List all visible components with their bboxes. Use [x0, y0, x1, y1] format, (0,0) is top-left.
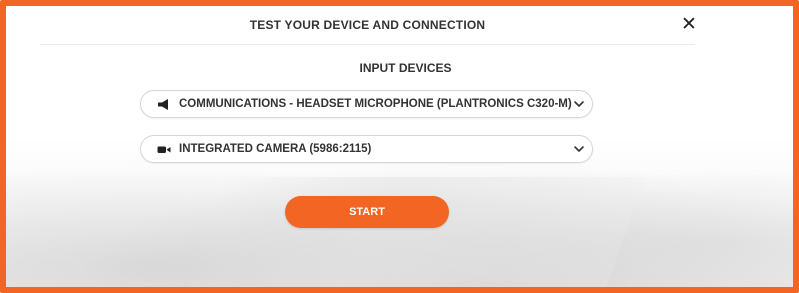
dialog-title: TEST YOUR DEVICE AND CONNECTION [249, 18, 486, 32]
microphone-select[interactable]: COMMUNICATIONS - HEADSET MICROPHONE (PLA… [140, 90, 593, 118]
chevron-down-icon [574, 101, 584, 107]
input-devices-heading: INPUT DEVICES [359, 61, 452, 75]
device-test-dialog: TEST YOUR DEVICE AND CONNECTION ✕ INPUT … [0, 0, 799, 293]
close-icon[interactable]: ✕ [678, 14, 700, 36]
camera-select[interactable]: INTEGRATED CAMERA (5986:2115) [140, 135, 593, 163]
speaker-icon [158, 99, 168, 110]
dialog-header: TEST YOUR DEVICE AND CONNECTION ✕ [40, 6, 697, 45]
camera-select-value: INTEGRATED CAMERA (5986:2115) [179, 143, 372, 155]
background-shape [185, 177, 647, 287]
chevron-down-icon [574, 146, 584, 152]
start-button[interactable]: START [285, 196, 449, 228]
microphone-select-value: COMMUNICATIONS - HEADSET MICROPHONE (PLA… [179, 98, 572, 110]
camera-icon [157, 146, 171, 153]
